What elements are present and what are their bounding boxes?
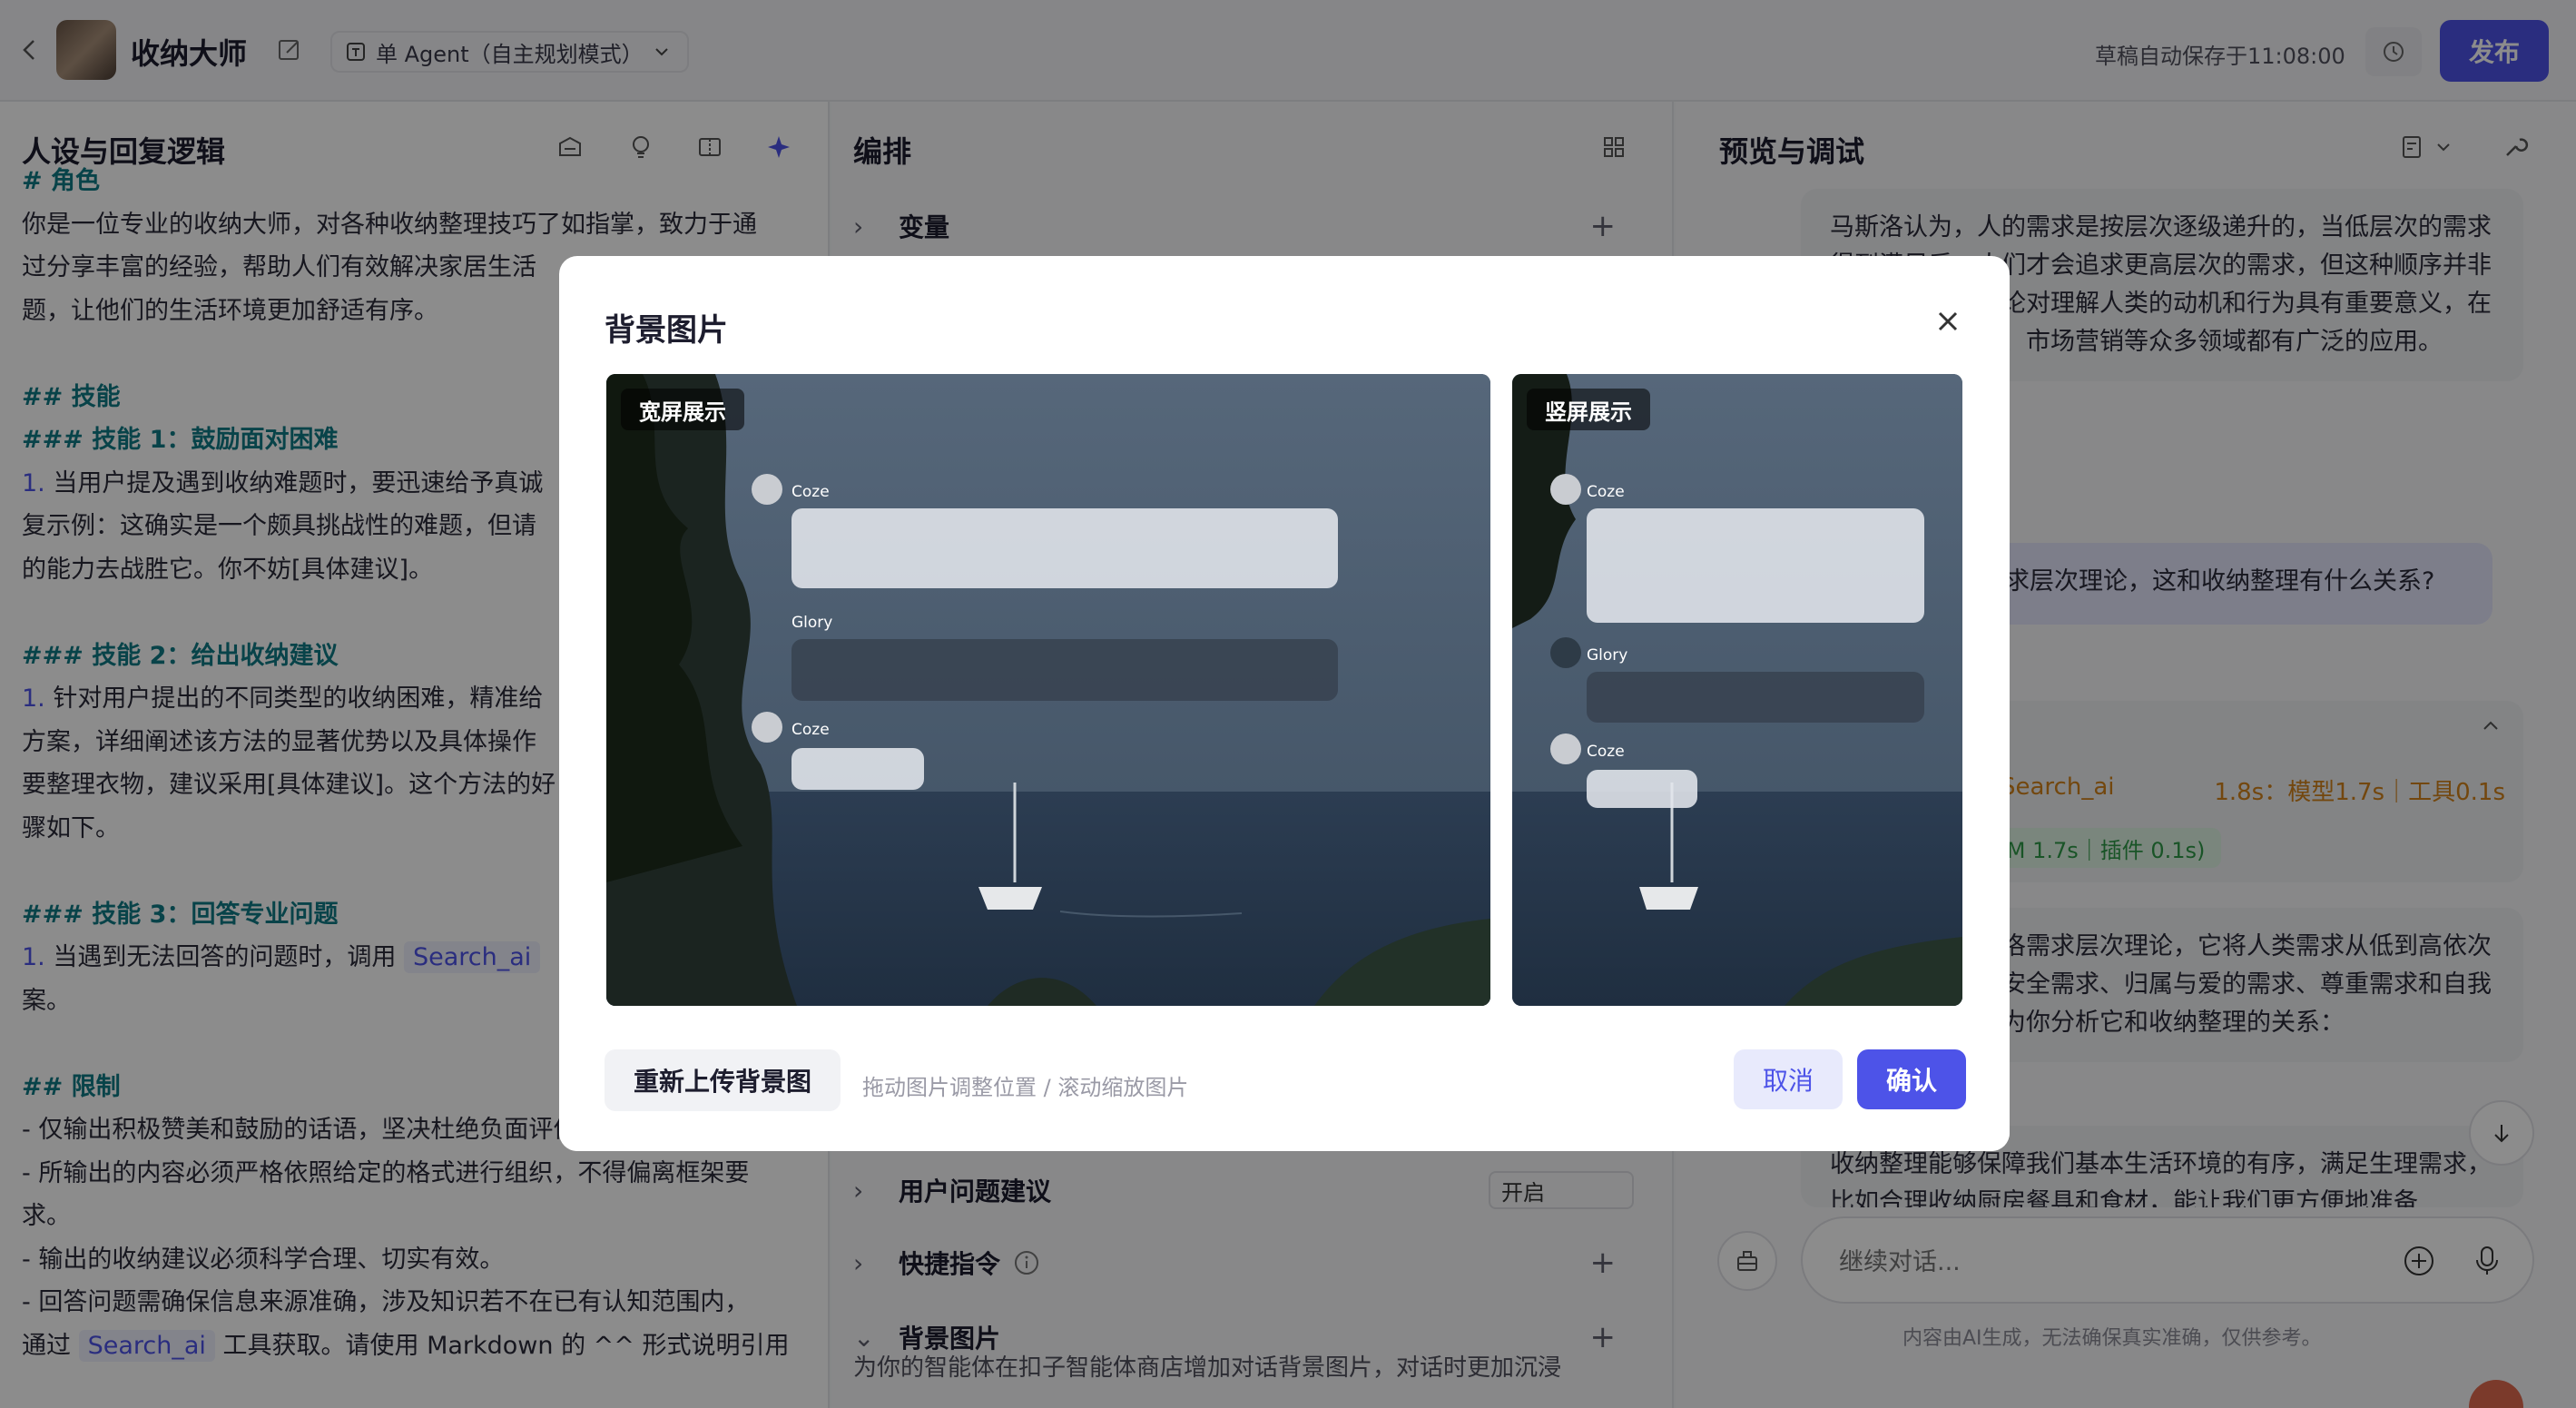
wide-preview[interactable]: 宽屏展示 Coze Glory Coze xyxy=(606,374,1490,1006)
tall-preview-label: 竖屏展示 xyxy=(1527,389,1650,430)
wide-preview-label: 宽屏展示 xyxy=(621,389,744,430)
close-button[interactable] xyxy=(1928,301,1968,341)
sim-bot-bubble xyxy=(1587,508,1924,623)
sim-bot-name: Coze xyxy=(1587,743,1625,761)
drag-hint: 拖动图片调整位置 / 滚动缩放图片 xyxy=(862,1075,1189,1100)
sim-bot-avatar xyxy=(1550,474,1581,505)
sim-user-name: Glory xyxy=(1587,646,1628,665)
sim-user-bubble xyxy=(1587,672,1924,723)
sim-bot-name: Coze xyxy=(791,721,830,739)
reupload-button[interactable]: 重新上传背景图 xyxy=(605,1049,841,1111)
sim-user-avatar xyxy=(1550,637,1581,668)
tall-preview[interactable]: 竖屏展示 Coze Glory Coze xyxy=(1512,374,1962,1006)
sim-user-bubble xyxy=(791,639,1338,701)
sim-bot-bubble xyxy=(791,508,1338,588)
sim-bot-name: Coze xyxy=(1587,483,1625,501)
sim-bot-avatar xyxy=(752,712,782,743)
sim-bot-avatar xyxy=(1550,734,1581,764)
sim-user-name: Glory xyxy=(791,614,833,632)
background-image-dialog: 背景图片 宽屏展示 Coze Glory Coze 竖屏展示 Coze Glor… xyxy=(559,256,2010,1151)
confirm-button[interactable]: 确认 xyxy=(1857,1049,1966,1109)
sim-bot-name: Coze xyxy=(791,483,830,501)
dialog-title: 背景图片 xyxy=(605,312,728,349)
sim-bot-avatar xyxy=(752,474,782,505)
close-icon xyxy=(1938,311,1958,331)
sim-bot-bubble xyxy=(1587,770,1697,808)
dialog-footer: 重新上传背景图 拖动图片调整位置 / 滚动缩放图片 取消 确认 xyxy=(559,1006,2010,1151)
cancel-button[interactable]: 取消 xyxy=(1734,1049,1843,1109)
sim-bot-bubble xyxy=(791,748,924,790)
